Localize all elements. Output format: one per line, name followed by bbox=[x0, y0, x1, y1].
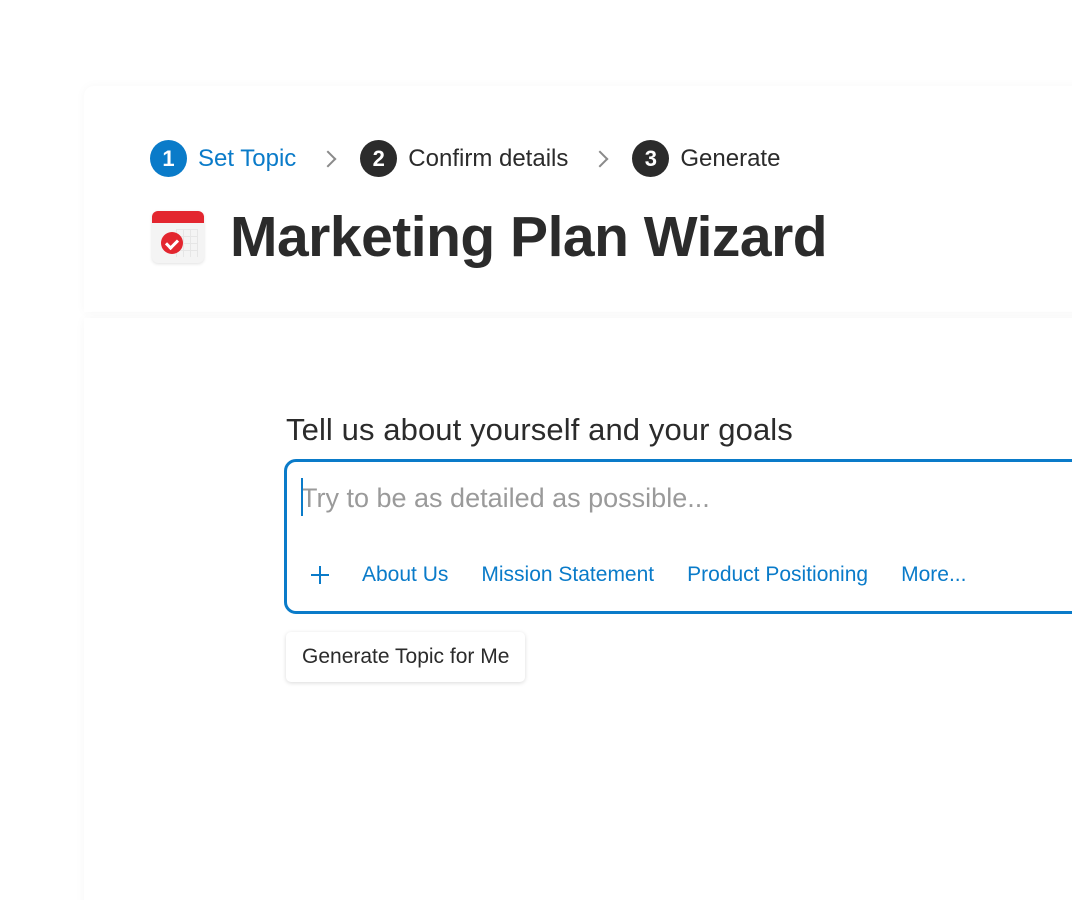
chevron-right-icon bbox=[591, 150, 609, 167]
form-card: Tell us about yourself and your goals Ab… bbox=[84, 318, 1072, 900]
title-row: Marketing Plan Wizard bbox=[152, 204, 828, 270]
header-card: 1 Set Topic 2 Confirm details 3 Generate… bbox=[84, 86, 1072, 312]
generate-topic-button[interactable]: Generate Topic for Me bbox=[286, 632, 526, 682]
step-confirm-details[interactable]: 2 Confirm details bbox=[360, 140, 568, 177]
chip-about-us[interactable]: About Us bbox=[362, 563, 448, 587]
step-label-generate: Generate bbox=[680, 144, 781, 172]
step-number-2: 2 bbox=[360, 140, 398, 177]
goals-input-box[interactable]: About Us Mission Statement Product Posit… bbox=[284, 459, 1072, 614]
chip-product-positioning[interactable]: Product Positioning bbox=[687, 563, 868, 587]
step-label-set-topic: Set Topic bbox=[198, 144, 297, 172]
step-generate[interactable]: 3 Generate bbox=[632, 140, 780, 177]
form-label: Tell us about yourself and your goals bbox=[286, 412, 793, 447]
suggestion-chips: About Us Mission Statement Product Posit… bbox=[311, 563, 999, 587]
page-title: Marketing Plan Wizard bbox=[230, 205, 828, 269]
step-number-3: 3 bbox=[632, 140, 670, 177]
plus-icon[interactable] bbox=[311, 566, 329, 584]
step-set-topic[interactable]: 1 Set Topic bbox=[150, 140, 296, 177]
step-number-1: 1 bbox=[150, 140, 187, 177]
chevron-right-icon bbox=[319, 150, 337, 167]
stepper: 1 Set Topic 2 Confirm details 3 Generate bbox=[150, 140, 780, 177]
step-label-confirm-details: Confirm details bbox=[408, 144, 569, 172]
page: 1 Set Topic 2 Confirm details 3 Generate… bbox=[0, 0, 1072, 900]
text-caret bbox=[301, 478, 303, 516]
chip-more[interactable]: More... bbox=[901, 563, 966, 587]
goals-input[interactable] bbox=[301, 478, 1061, 518]
chip-mission-statement[interactable]: Mission Statement bbox=[481, 563, 654, 587]
calendar-check-icon bbox=[152, 211, 204, 263]
